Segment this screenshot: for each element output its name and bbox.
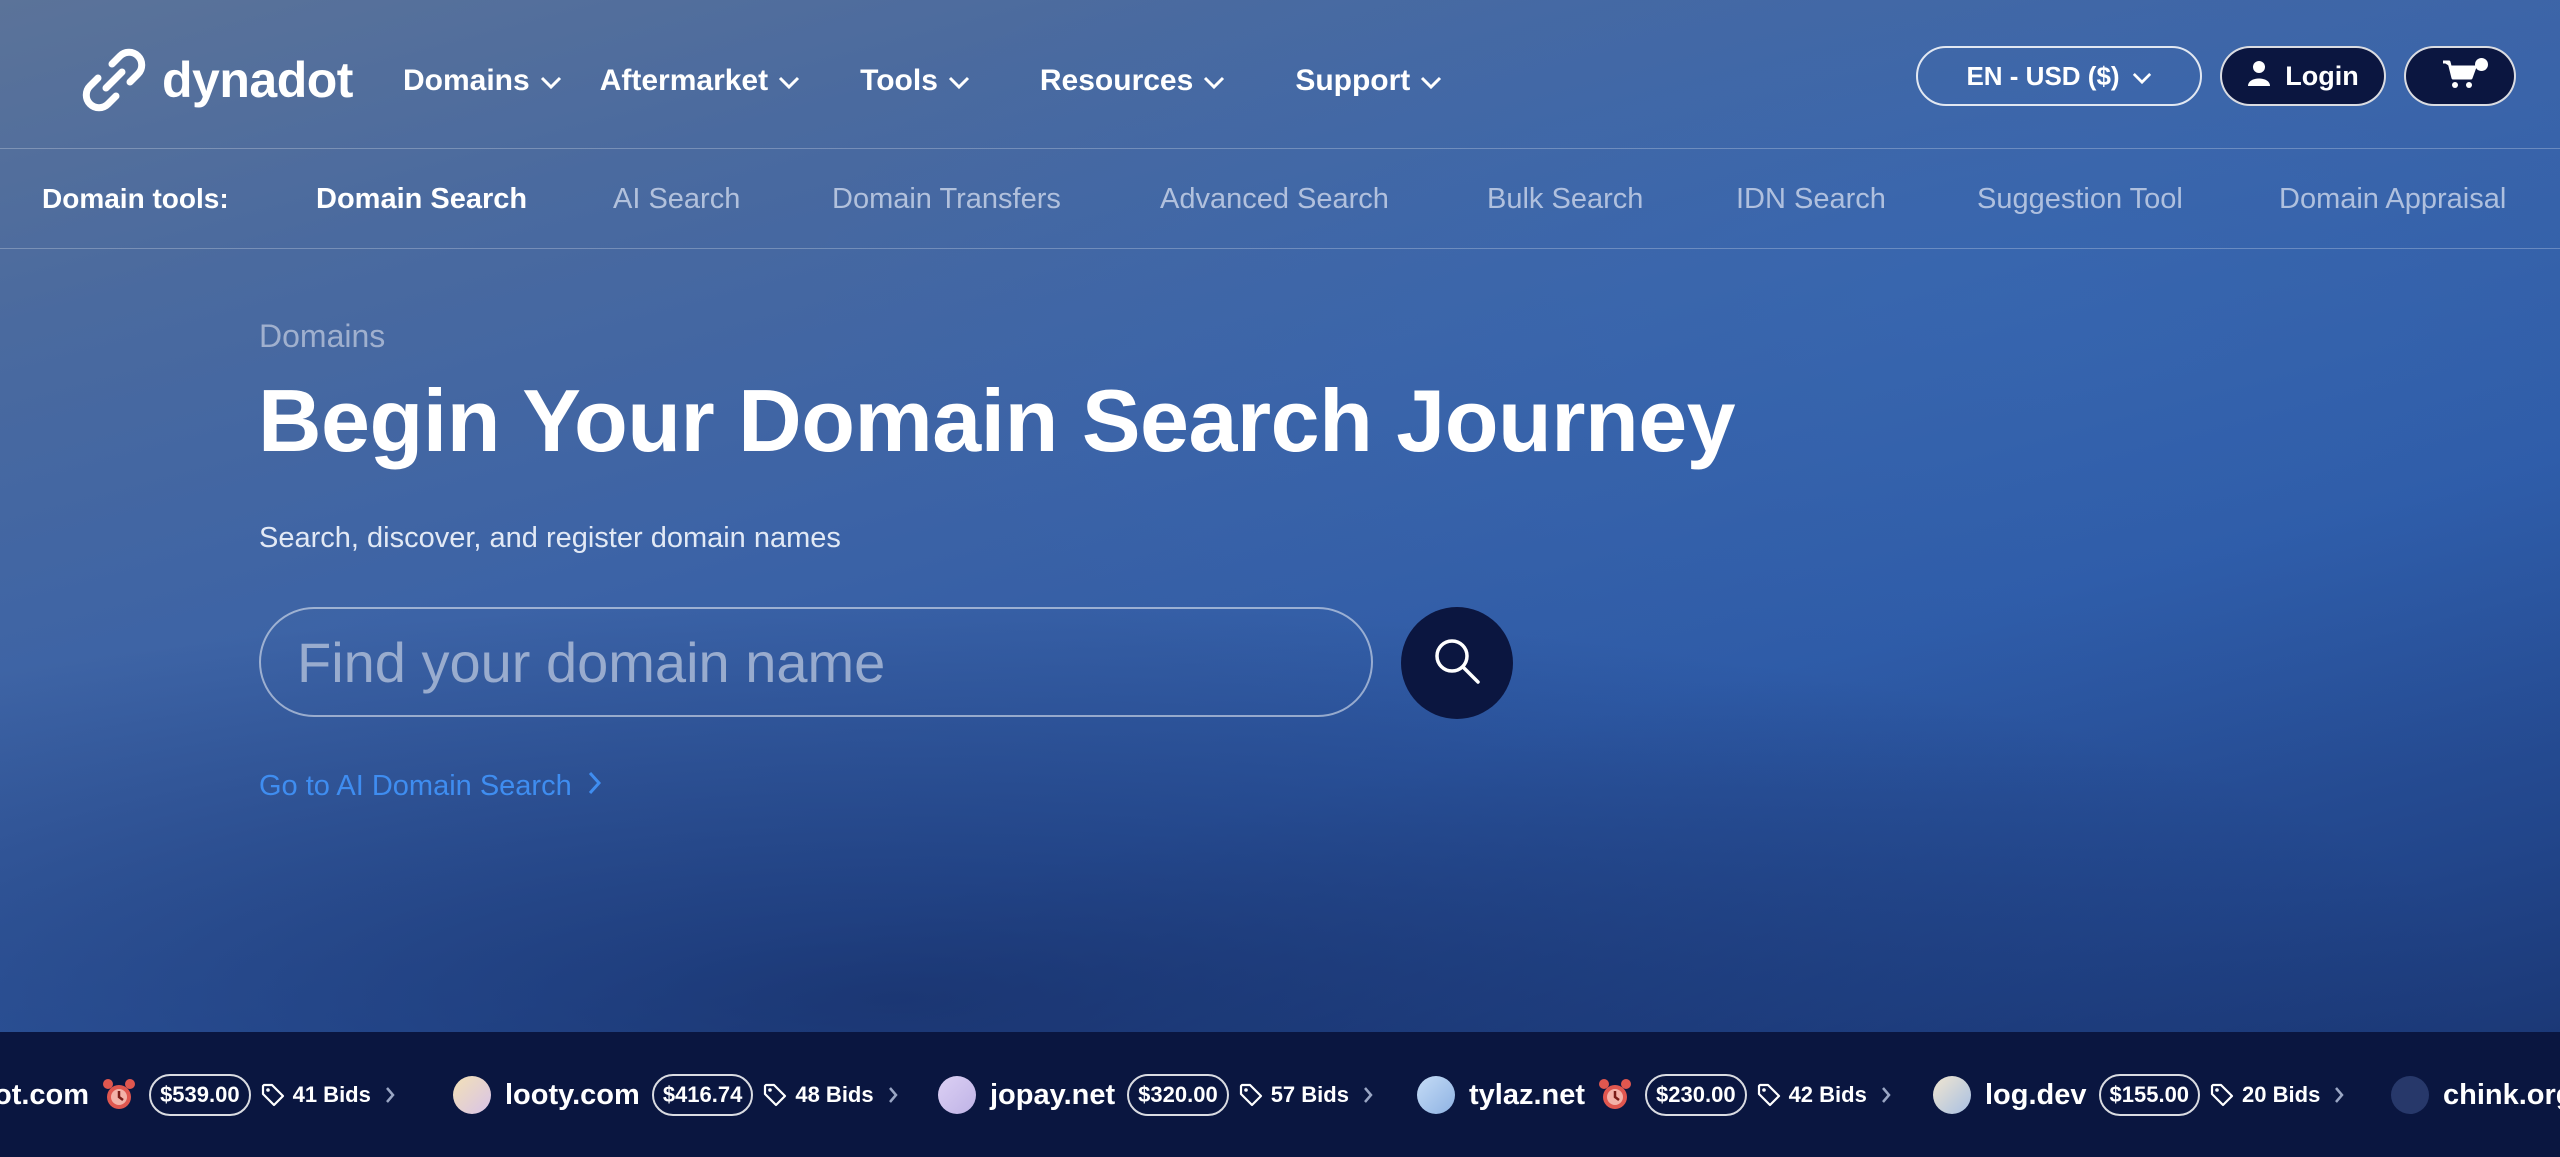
chevron-right-icon bbox=[588, 770, 602, 803]
main-nav: Domains Aftermarket Tools Resources Supp… bbox=[403, 64, 1482, 98]
chevron-down-icon bbox=[540, 64, 562, 98]
ticker-price-badge: $539.00 bbox=[149, 1074, 251, 1116]
nav-support[interactable]: Support bbox=[1295, 64, 1442, 98]
ticker-bids: 42 Bids bbox=[1788, 1082, 1867, 1107]
breadcrumb[interactable]: Domains bbox=[259, 318, 385, 355]
chevron-right-icon bbox=[1881, 1086, 1891, 1104]
ticker-price-badge: $320.00 bbox=[1127, 1074, 1229, 1116]
language-currency-label: EN - USD ($) bbox=[1966, 60, 2120, 91]
ticker-domain-name: ot.com bbox=[0, 1078, 90, 1111]
dynadot-logo-icon bbox=[82, 48, 146, 112]
brand-logo[interactable]: dynadot bbox=[82, 48, 353, 112]
domain-tools-bar: Domain tools: Domain Search AI Search Do… bbox=[0, 149, 2560, 249]
ticker-bids: 57 Bids bbox=[1270, 1082, 1349, 1107]
tab-suggestion-tool[interactable]: Suggestion Tool bbox=[1977, 183, 2183, 216]
nav-aftermarket[interactable]: Aftermarket bbox=[600, 64, 800, 98]
nav-domains-label: Domains bbox=[403, 64, 530, 97]
tag-icon bbox=[261, 1083, 285, 1107]
chevron-down-icon bbox=[948, 64, 970, 98]
ticker-domain-name: log.dev bbox=[1985, 1078, 2087, 1111]
ticker-item[interactable]: chink.org bbox=[2391, 1070, 2560, 1120]
chevron-down-icon bbox=[778, 64, 800, 98]
page-subtitle: Search, discover, and register domain na… bbox=[259, 522, 841, 554]
ticker-avatar bbox=[453, 1076, 491, 1114]
page-title: Begin Your Domain Search Journey bbox=[258, 371, 1736, 470]
tab-idn-search[interactable]: IDN Search bbox=[1736, 183, 1886, 216]
cart-icon bbox=[2442, 59, 2478, 94]
ticker-domain-name: looty.com bbox=[505, 1078, 640, 1111]
nav-aftermarket-label: Aftermarket bbox=[599, 64, 769, 97]
chevron-right-icon bbox=[2334, 1086, 2344, 1104]
tag-icon bbox=[763, 1083, 787, 1107]
chevron-down-icon bbox=[1203, 64, 1225, 98]
ticker-bids: 48 Bids bbox=[795, 1082, 874, 1107]
domain-search-input[interactable] bbox=[259, 607, 1373, 717]
search-button[interactable] bbox=[1401, 607, 1513, 719]
language-currency-button[interactable]: EN - USD ($) bbox=[1916, 46, 2202, 106]
tag-icon bbox=[1239, 1083, 1263, 1107]
nav-tools-label: Tools bbox=[860, 64, 938, 97]
login-button[interactable]: Login bbox=[2220, 46, 2386, 106]
ticker-price-badge: $230.00 bbox=[1645, 1074, 1747, 1116]
tab-domain-search[interactable]: Domain Search bbox=[316, 183, 527, 216]
ticker-item[interactable]: tylaz.net $230.00 42 Bids bbox=[1417, 1070, 1891, 1120]
tab-bulk-search[interactable]: Bulk Search bbox=[1487, 183, 1643, 216]
chevron-down-icon bbox=[2132, 61, 2152, 92]
brand-name: dynadot bbox=[162, 52, 353, 108]
ticker-avatar bbox=[938, 1076, 976, 1114]
top-header: dynadot Domains Aftermarket Tools Resour… bbox=[0, 0, 2560, 149]
ticker-domain-name: jopay.net bbox=[990, 1078, 1116, 1111]
nav-tools[interactable]: Tools bbox=[860, 64, 970, 98]
login-label: Login bbox=[2285, 60, 2359, 91]
ai-domain-search-label: Go to AI Domain Search bbox=[259, 770, 572, 802]
tab-ai-search[interactable]: AI Search bbox=[613, 183, 740, 216]
tab-domain-transfers[interactable]: Domain Transfers bbox=[832, 183, 1061, 216]
nav-support-label: Support bbox=[1295, 64, 1411, 97]
search-icon bbox=[1431, 635, 1483, 692]
ticker-avatar bbox=[1933, 1076, 1971, 1114]
ticker-domain-name: chink.org bbox=[2443, 1078, 2560, 1111]
ai-domain-search-link[interactable]: Go to AI Domain Search bbox=[259, 770, 602, 803]
tab-domain-appraisal[interactable]: Domain Appraisal bbox=[2279, 183, 2506, 216]
ticker-domain-name: tylaz.net bbox=[1469, 1078, 1586, 1111]
ticker-avatar bbox=[2391, 1076, 2429, 1114]
ticker-price-badge: $416.74 bbox=[651, 1074, 754, 1116]
ticker-bids: 20 Bids bbox=[2242, 1082, 2321, 1107]
alarm-clock-icon bbox=[101, 1077, 137, 1113]
ticker-item[interactable]: ot.com $539.00 41 Bids bbox=[0, 1070, 395, 1120]
chevron-down-icon bbox=[1420, 64, 1442, 98]
ticker-item[interactable]: log.dev $155.00 20 Bids bbox=[1933, 1070, 2344, 1120]
cart-notification-dot bbox=[2475, 58, 2488, 71]
tab-advanced-search[interactable]: Advanced Search bbox=[1160, 183, 1389, 216]
tag-icon bbox=[1757, 1083, 1781, 1107]
ticker-price-badge: $155.00 bbox=[2098, 1074, 2201, 1116]
domain-tools-list: Domain Search AI Search Domain Transfers… bbox=[0, 183, 2560, 223]
alarm-clock-icon bbox=[1597, 1077, 1633, 1113]
nav-domains[interactable]: Domains bbox=[403, 64, 562, 98]
chevron-right-icon bbox=[1363, 1086, 1373, 1104]
user-icon bbox=[2247, 60, 2271, 93]
ticker-avatar bbox=[1417, 1076, 1455, 1114]
cart-button[interactable] bbox=[2404, 46, 2516, 106]
tag-icon bbox=[2210, 1083, 2234, 1107]
header-actions: EN - USD ($) Login bbox=[1916, 46, 2516, 106]
ticker-item[interactable]: looty.com $416.74 48 Bids bbox=[453, 1070, 898, 1120]
nav-resources[interactable]: Resources bbox=[1040, 64, 1225, 98]
auction-ticker: ot.com $539.00 41 Bids looty.com $416.74… bbox=[0, 1032, 2560, 1157]
chevron-right-icon bbox=[888, 1086, 898, 1104]
ticker-bids: 41 Bids bbox=[292, 1082, 371, 1107]
ticker-item[interactable]: jopay.net $320.00 57 Bids bbox=[938, 1070, 1373, 1120]
chevron-right-icon bbox=[385, 1086, 395, 1104]
nav-resources-label: Resources bbox=[1039, 64, 1194, 97]
